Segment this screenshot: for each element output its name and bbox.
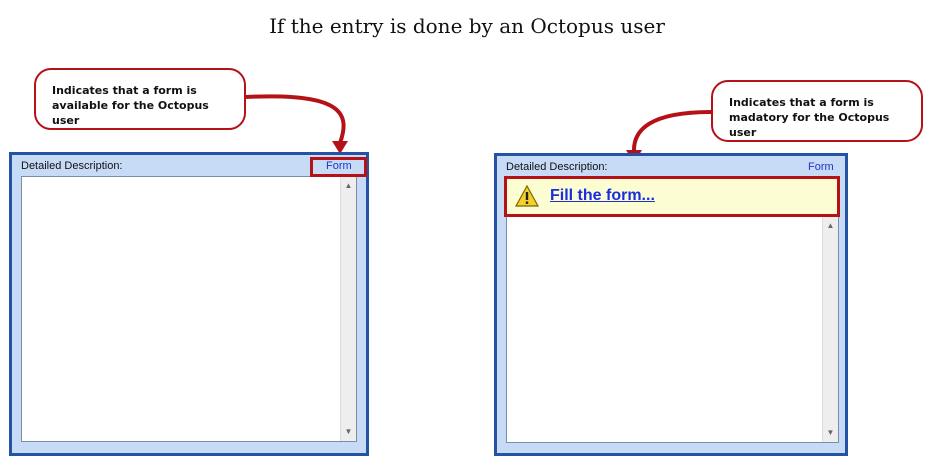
scroll-down-arrow-icon[interactable]: ▼ [823,426,838,440]
detailed-description-label: Detailed Description: [21,160,123,172]
scroll-up-arrow-icon[interactable]: ▲ [823,219,838,233]
fill-the-form-link[interactable]: Fill the form... [550,187,655,205]
arrow-to-fill-form-banner [631,110,712,153]
vertical-scrollbar[interactable]: ▲ ▼ [340,177,356,441]
scroll-up-arrow-icon[interactable]: ▲ [341,179,356,193]
detailed-description-label: Detailed Description: [506,161,608,173]
form-link-highlight [310,157,367,177]
fill-form-banner: Fill the form... [504,176,840,217]
scroll-down-arrow-icon[interactable]: ▼ [341,425,356,439]
detailed-description-textarea[interactable]: ▲ ▼ [21,176,357,442]
detailed-description-textarea[interactable]: ▲ ▼ [506,217,839,443]
arrow-to-form-link [245,94,346,144]
warning-icon [515,185,539,207]
detailed-description-panel-optional: Detailed Description: Form ▲ ▼ [9,152,369,456]
detailed-description-panel-mandatory: Detailed Description: Form Fill the form… [494,153,848,456]
form-link[interactable]: Form [808,161,834,173]
vertical-scrollbar[interactable]: ▲ ▼ [822,217,838,442]
